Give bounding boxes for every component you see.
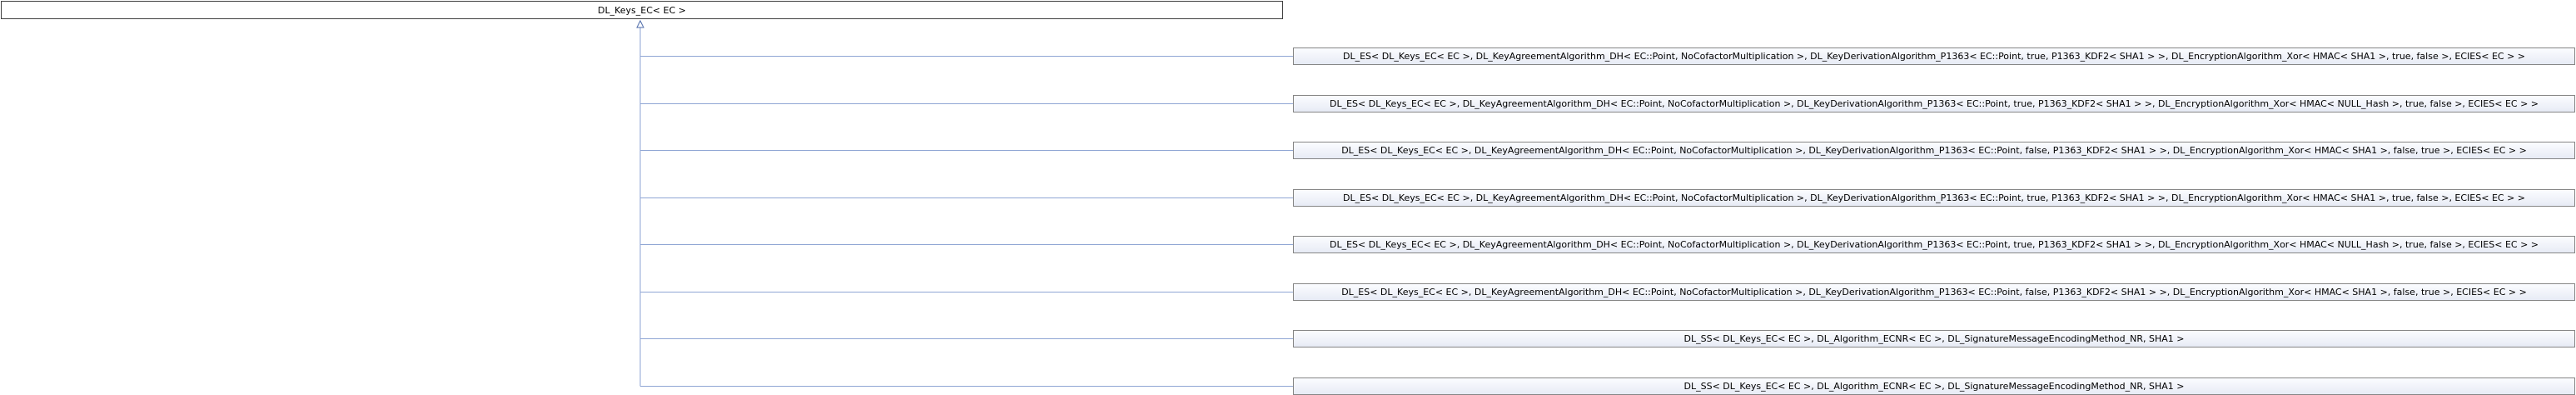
derived-class-node[interactable]: DL_ES< DL_Keys_EC< EC >, DL_KeyAgreement… — [1293, 189, 2575, 207]
inheritance-arrowhead — [636, 19, 644, 28]
derived-class-label: DL_ES< DL_Keys_EC< EC >, DL_KeyAgreement… — [1330, 98, 2539, 109]
inheritance-diagram: DL_Keys_EC< EC > DL_ES< DL_Keys_EC< EC >… — [0, 0, 2576, 395]
derived-class-label: DL_SS< DL_Keys_EC< EC >, DL_Algorithm_EC… — [1683, 381, 2185, 392]
base-class-label: DL_Keys_EC< EC > — [598, 4, 686, 16]
derived-class-label: DL_ES< DL_Keys_EC< EC >, DL_KeyAgreement… — [1342, 192, 2526, 203]
derived-class-label: DL_ES< DL_Keys_EC< EC >, DL_KeyAgreement… — [1341, 287, 2527, 298]
derived-class-node[interactable]: DL_SS< DL_Keys_EC< EC >, DL_Algorithm_EC… — [1293, 330, 2575, 348]
derived-class-label: DL_ES< DL_Keys_EC< EC >, DL_KeyAgreement… — [1330, 239, 2539, 250]
derived-class-node[interactable]: DL_ES< DL_Keys_EC< EC >, DL_KeyAgreement… — [1293, 48, 2575, 65]
derived-class-node[interactable]: DL_SS< DL_Keys_EC< EC >, DL_Algorithm_EC… — [1293, 378, 2575, 395]
derived-class-node[interactable]: DL_ES< DL_Keys_EC< EC >, DL_KeyAgreement… — [1293, 283, 2575, 301]
derived-class-label: DL_ES< DL_Keys_EC< EC >, DL_KeyAgreement… — [1342, 51, 2526, 62]
base-class-node[interactable]: DL_Keys_EC< EC > — [1, 1, 1283, 19]
derived-class-node[interactable]: DL_ES< DL_Keys_EC< EC >, DL_KeyAgreement… — [1293, 142, 2575, 159]
derived-class-label: DL_SS< DL_Keys_EC< EC >, DL_Algorithm_EC… — [1683, 333, 2185, 344]
derived-class-label: DL_ES< DL_Keys_EC< EC >, DL_KeyAgreement… — [1341, 145, 2527, 156]
derived-class-node[interactable]: DL_ES< DL_Keys_EC< EC >, DL_KeyAgreement… — [1293, 95, 2575, 112]
derived-class-node[interactable]: DL_ES< DL_Keys_EC< EC >, DL_KeyAgreement… — [1293, 236, 2575, 253]
